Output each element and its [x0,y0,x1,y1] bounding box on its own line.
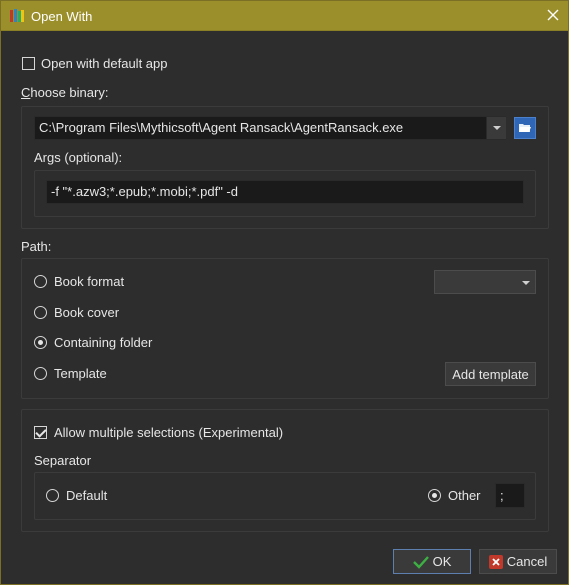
radio-containing-folder[interactable] [34,336,47,349]
close-icon [547,9,559,24]
args-value: -f "*.azw3;*.epub;*.mobi;*.pdf" -d [51,184,238,199]
books-icon [9,8,25,24]
radio-separator-default[interactable] [46,489,59,502]
radio-separator-other[interactable] [428,489,441,502]
template-label[interactable]: Template [54,366,107,381]
add-template-button[interactable]: Add template [445,362,536,386]
binary-dropdown-button[interactable] [486,117,506,139]
separator-other-input[interactable]: ; [495,483,525,508]
args-input[interactable]: -f "*.azw3;*.epub;*.mobi;*.pdf" -d [46,180,524,204]
cancel-icon [488,554,503,569]
open-with-dialog: Open With Open with default app Choose b… [0,0,569,585]
choose-binary-label: Choose binary: [21,85,108,100]
separator-other-label[interactable]: Other [448,488,481,503]
allow-multiple-label[interactable]: Allow multiple selections (Experimental) [54,425,283,440]
ok-label: OK [432,554,452,569]
open-default-checkbox[interactable] [22,57,35,70]
radio-book-format[interactable] [34,275,47,288]
window-title: Open With [31,9,93,24]
separator-label: Separator [34,453,92,468]
book-cover-label[interactable]: Book cover [54,305,119,320]
title-bar: Open With [1,1,568,31]
choose-binary-label-rest: hoose binary: [30,85,109,100]
folder-open-icon [518,120,532,137]
containing-folder-label[interactable]: Containing folder [54,335,152,350]
check-icon [412,555,429,569]
choose-binary-accel: C [21,85,31,100]
cancel-label: Cancel [506,554,548,569]
args-label: Args (optional): [34,150,123,165]
allow-multiple-checkbox[interactable] [34,426,47,439]
book-format-select[interactable] [434,270,536,294]
radio-template[interactable] [34,367,47,380]
binary-path-value: C:\Program Files\Mythicsoft\Agent Ransac… [39,120,404,135]
separator-default-label[interactable]: Default [66,488,107,503]
cancel-button[interactable]: Cancel [479,549,557,574]
binary-combo[interactable]: C:\Program Files\Mythicsoft\Agent Ransac… [34,116,506,140]
close-button[interactable] [538,1,568,31]
chevron-down-icon [522,281,530,285]
path-label: Path: [21,239,52,254]
open-default-label[interactable]: Open with default app [41,56,167,71]
radio-book-cover[interactable] [34,306,47,319]
ok-button[interactable]: OK [393,549,471,574]
separator-other-value: ; [500,488,504,503]
browse-binary-button[interactable] [514,117,536,139]
chevron-down-icon [492,126,501,130]
book-format-label[interactable]: Book format [54,274,124,289]
